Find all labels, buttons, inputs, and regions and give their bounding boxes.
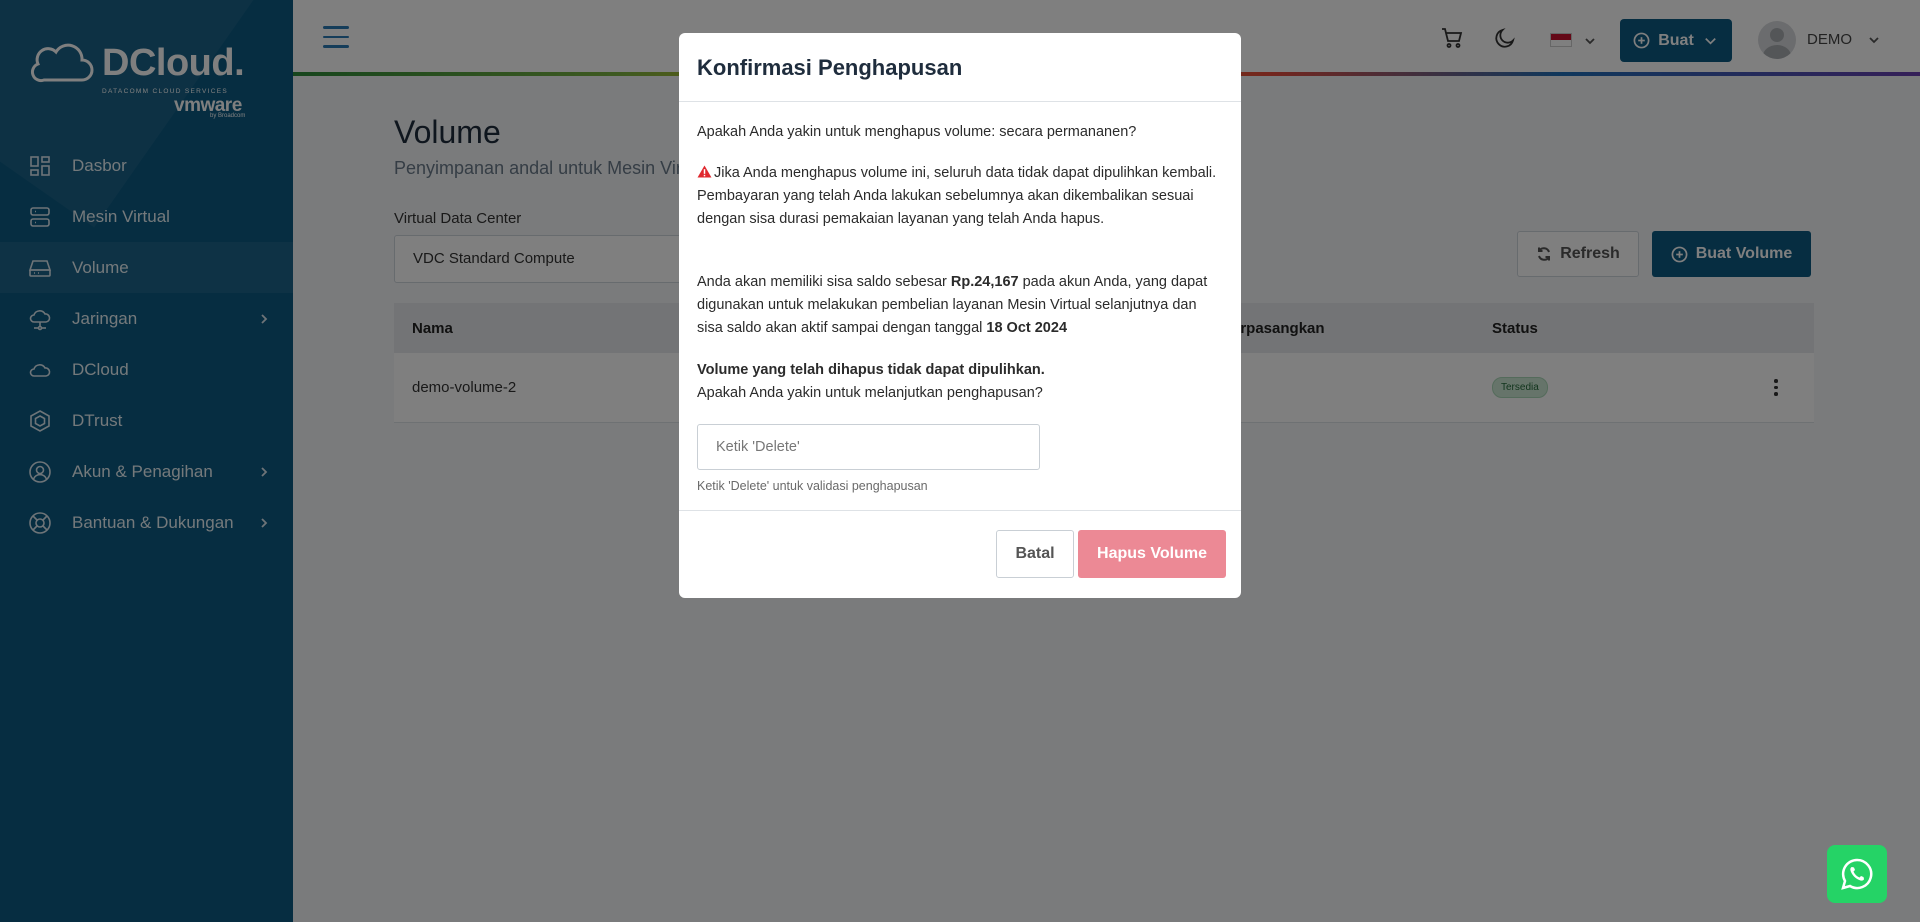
- irreversible-notice: Volume yang telah dihapus tidak dapat di…: [697, 362, 1045, 378]
- warning-message: Jika Anda menghapus volume ini, seluruh …: [697, 165, 1217, 227]
- continue-question: Apakah Anda yakin untuk melanjutkan peng…: [697, 385, 1043, 401]
- delete-confirm-input[interactable]: [697, 424, 1040, 470]
- input-helper-text: Ketik 'Delete' untuk validasi penghapusa…: [697, 479, 928, 493]
- warning-text: Jika Anda menghapus volume ini, seluruh …: [697, 162, 1223, 231]
- delete-volume-button[interactable]: Hapus Volume: [1078, 530, 1226, 578]
- delete-question: Apakah Anda yakin untuk menghapus volume…: [697, 124, 1137, 140]
- whatsapp-icon: [1841, 858, 1873, 890]
- cancel-button[interactable]: Batal: [996, 530, 1074, 578]
- balance-text-pre: Anda akan memiliki sisa saldo sebesar: [697, 274, 951, 290]
- modal-footer: Batal Hapus Volume: [679, 510, 1241, 598]
- warning-triangle-icon: [697, 165, 712, 178]
- whatsapp-chat-button[interactable]: [1827, 845, 1887, 903]
- modal-header: Konfirmasi Penghapusan: [679, 33, 1241, 102]
- modal-title: Konfirmasi Penghapusan: [697, 55, 963, 80]
- balance-amount: Rp.24,167: [950, 274, 1019, 290]
- final-confirmation: Volume yang telah dihapus tidak dapat di…: [697, 359, 1223, 405]
- balance-expiry-date: 18 Oct 2024: [986, 320, 1068, 336]
- delete-confirmation-modal: Konfirmasi Penghapusan Apakah Anda yakin…: [679, 33, 1241, 598]
- balance-info: Anda akan memiliki sisa saldo sebesar Rp…: [697, 271, 1223, 340]
